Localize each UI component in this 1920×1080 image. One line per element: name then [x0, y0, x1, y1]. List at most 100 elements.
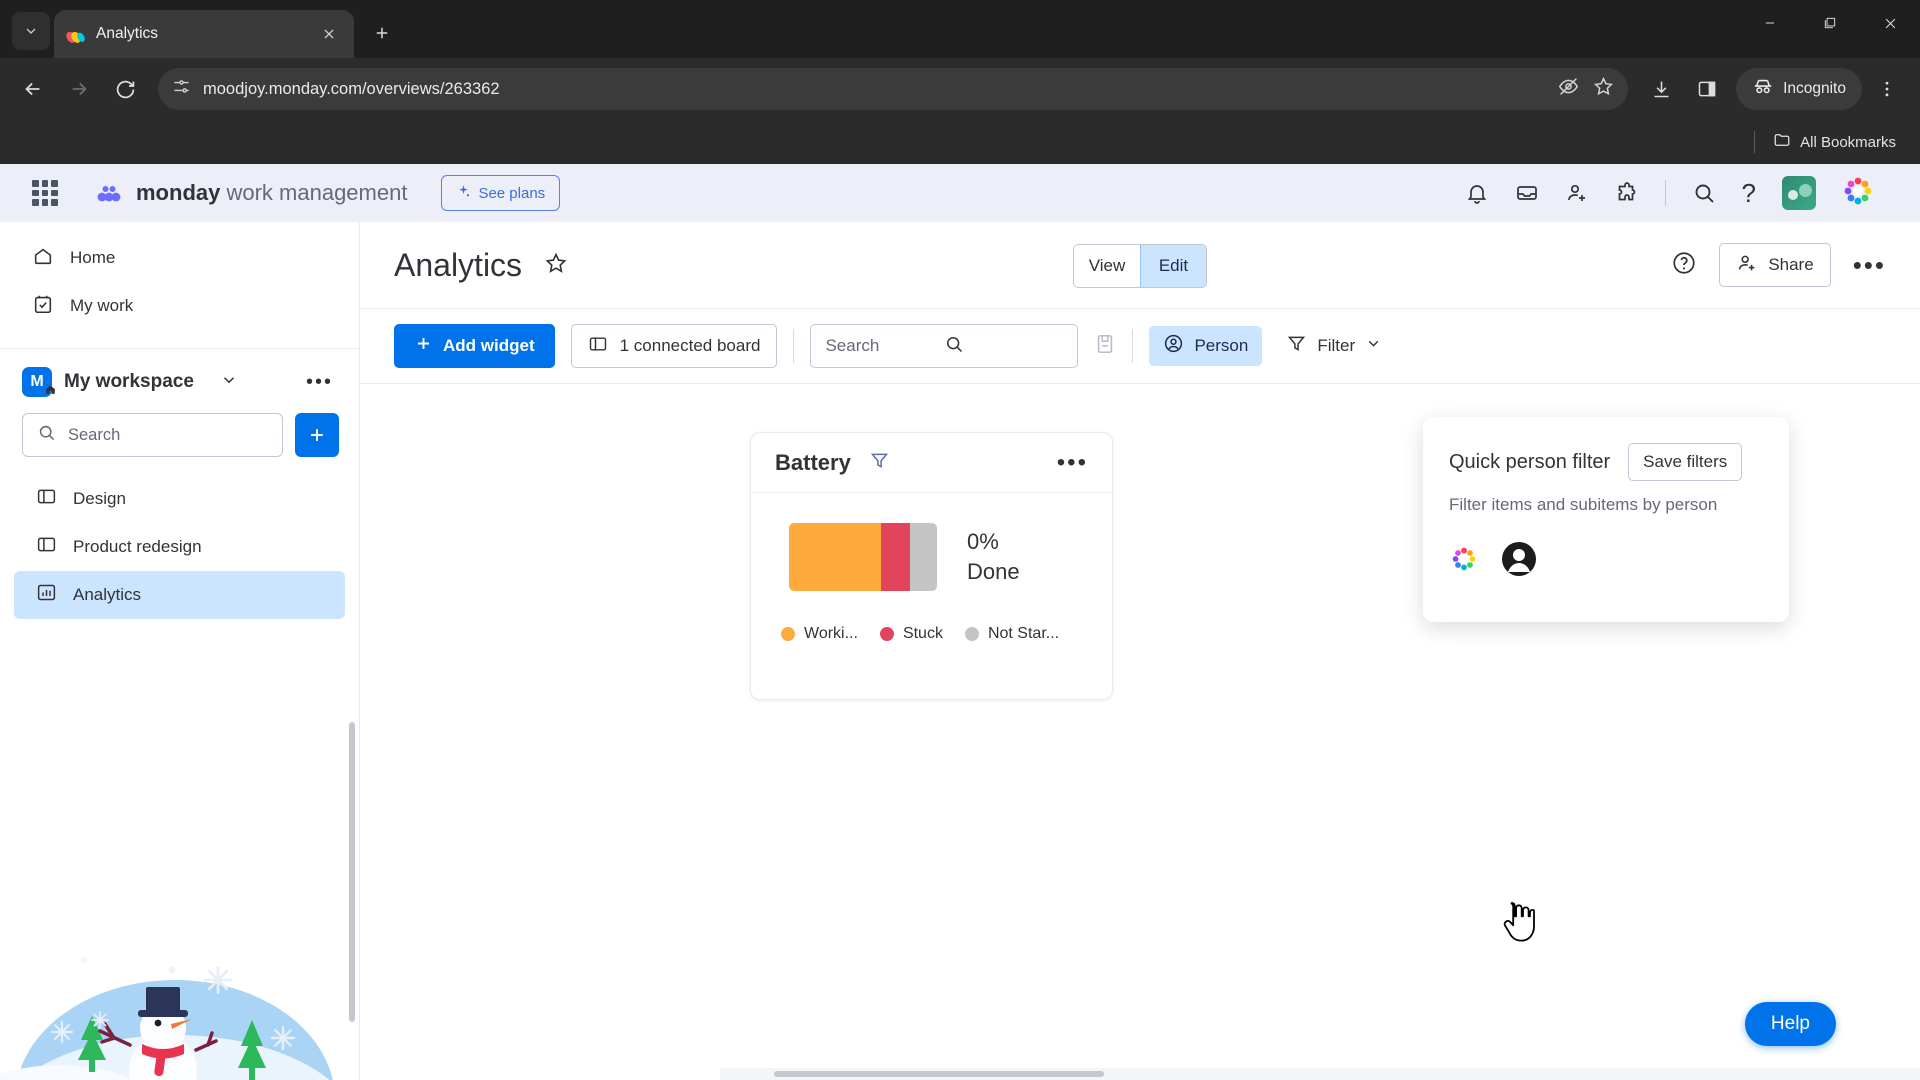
dashboard-search-input[interactable]: Search [810, 324, 1079, 368]
rainbow-star-avatar[interactable] [1449, 544, 1479, 579]
see-plans-button[interactable]: See plans [441, 175, 561, 211]
horizontal-scrollbar[interactable] [720, 1068, 1920, 1080]
minimize-icon[interactable] [1740, 0, 1800, 46]
add-widget-button[interactable]: Add widget [394, 324, 555, 368]
forward-arrow-icon[interactable] [58, 68, 100, 110]
save-filters-button[interactable]: Save filters [1628, 443, 1743, 481]
board-label: Product redesign [73, 537, 202, 556]
site-settings-icon[interactable] [172, 77, 191, 101]
person-filter-button[interactable]: Person [1149, 326, 1263, 366]
address-bar[interactable]: moodjoy.monday.com/overviews/263362 [158, 68, 1629, 110]
filter-button[interactable]: Filter [1278, 326, 1390, 366]
apps-grid-icon[interactable] [32, 180, 58, 206]
help-question-icon[interactable] [1671, 250, 1697, 281]
search-icon[interactable] [1692, 181, 1716, 205]
funnel-icon[interactable] [869, 450, 890, 476]
brand-name: monday [136, 180, 221, 205]
sidebar-item-label: Home [70, 248, 116, 267]
inbox-icon[interactable] [1515, 181, 1539, 205]
battery-bar [789, 523, 937, 591]
profile-avatar[interactable] [1842, 175, 1874, 212]
sidebar-item-analytics[interactable]: Analytics [14, 571, 345, 619]
new-tab-button[interactable] [362, 13, 402, 53]
legend-color-swatch [781, 627, 795, 641]
board-icon [588, 334, 608, 359]
browser-tab[interactable]: Analytics [54, 10, 354, 58]
legend-item: Stuck [879, 625, 943, 643]
connected-board-button[interactable]: 1 connected board [570, 324, 778, 368]
workspace-home-badge-icon [44, 383, 57, 401]
search-icon [944, 334, 1063, 359]
maximize-icon[interactable] [1800, 0, 1860, 46]
legend-label: Worki... [804, 625, 858, 642]
help-question-icon[interactable]: ? [1742, 178, 1756, 209]
user-avatar[interactable] [1782, 176, 1816, 210]
sidebar-item-home[interactable]: Home [10, 234, 349, 282]
notifications-bell-icon[interactable] [1465, 181, 1489, 205]
dashboard-menu-icon[interactable]: ••• [1853, 250, 1886, 281]
incognito-indicator[interactable]: Incognito [1736, 68, 1862, 110]
my-work-icon [32, 293, 54, 320]
side-panel-icon[interactable] [1686, 68, 1728, 110]
popup-title: Quick person filter [1449, 450, 1611, 473]
reload-icon[interactable] [104, 68, 146, 110]
close-tab-icon[interactable] [316, 21, 342, 47]
monday-logo-icon [94, 178, 124, 208]
popup-subtitle: Filter items and subitems by person [1449, 495, 1718, 514]
widget-header: Battery ••• [751, 433, 1112, 493]
main-content: Analytics View Edit Share ••• Add widget… [360, 222, 1920, 1080]
all-bookmarks-button[interactable]: All Bookmarks [1765, 127, 1904, 157]
divider [1754, 131, 1756, 153]
workspace-menu-icon[interactable]: ••• [306, 371, 339, 394]
sidebar-search-row: Search [0, 407, 359, 467]
monday-logo-icon [66, 24, 86, 44]
web-page: monday work management See plans ? Home … [0, 164, 1920, 1080]
downloads-icon[interactable] [1640, 68, 1682, 110]
tab-search-chevron-icon[interactable] [12, 12, 50, 50]
divider [793, 329, 795, 363]
help-label: Help [1770, 1013, 1810, 1034]
help-button[interactable]: Help [1744, 1002, 1836, 1046]
battery-widget[interactable]: Battery ••• 0% Done Worki... Stuck Not S… [750, 432, 1113, 700]
chevron-down-icon[interactable] [220, 371, 238, 394]
chevron-down-icon[interactable] [1365, 335, 1382, 357]
view-edit-toggle: View Edit [1073, 244, 1207, 288]
workspace-selector[interactable]: M My workspace ••• [0, 349, 359, 407]
search-input[interactable]: Search [22, 413, 283, 457]
tab-view[interactable]: View [1074, 245, 1140, 287]
battery-segment-not-started [910, 523, 937, 591]
legend-color-swatch [879, 627, 894, 641]
widget-menu-icon[interactable]: ••• [1057, 449, 1088, 477]
sidebar-item-my-work[interactable]: My work [10, 282, 349, 330]
tab-strip: Analytics [0, 0, 1920, 58]
add-board-button[interactable] [295, 413, 339, 457]
dashboard-toolbar: Add widget 1 connected board Search Pers… [360, 308, 1920, 384]
workspace-avatar: M [22, 367, 55, 397]
plus-icon [414, 334, 433, 358]
sidebar-item-design[interactable]: Design [14, 475, 345, 523]
tab-edit[interactable]: Edit [1140, 245, 1206, 287]
favorite-star-icon[interactable] [544, 251, 568, 280]
monday-top-header: monday work management See plans ? [0, 164, 1920, 222]
board-label: Design [73, 489, 126, 508]
hide-password-icon[interactable] [1558, 76, 1579, 102]
bookmark-star-icon[interactable] [1593, 76, 1614, 102]
sidebar-item-product-redesign[interactable]: Product redesign [14, 523, 345, 571]
divider [1664, 180, 1666, 206]
battery-segment-stuck [880, 523, 911, 591]
save-view-icon[interactable] [1094, 333, 1116, 360]
dashboard-icon [36, 582, 57, 608]
invite-member-icon[interactable] [1565, 181, 1589, 205]
board-list: Design Product redesign Analytics [0, 467, 359, 619]
board-label: Analytics [73, 585, 142, 604]
battery-percent: 0% [967, 529, 999, 555]
battery-chart: 0% Done [751, 493, 1112, 591]
incognito-label: Incognito [1783, 80, 1846, 97]
back-arrow-icon[interactable] [12, 68, 54, 110]
browser-menu-icon[interactable] [1866, 68, 1908, 110]
divider [1132, 329, 1134, 363]
share-button[interactable]: Share [1719, 243, 1831, 287]
dark-person-avatar[interactable] [1501, 541, 1537, 582]
apps-marketplace-icon[interactable] [1615, 181, 1639, 205]
close-window-icon[interactable] [1860, 0, 1920, 46]
